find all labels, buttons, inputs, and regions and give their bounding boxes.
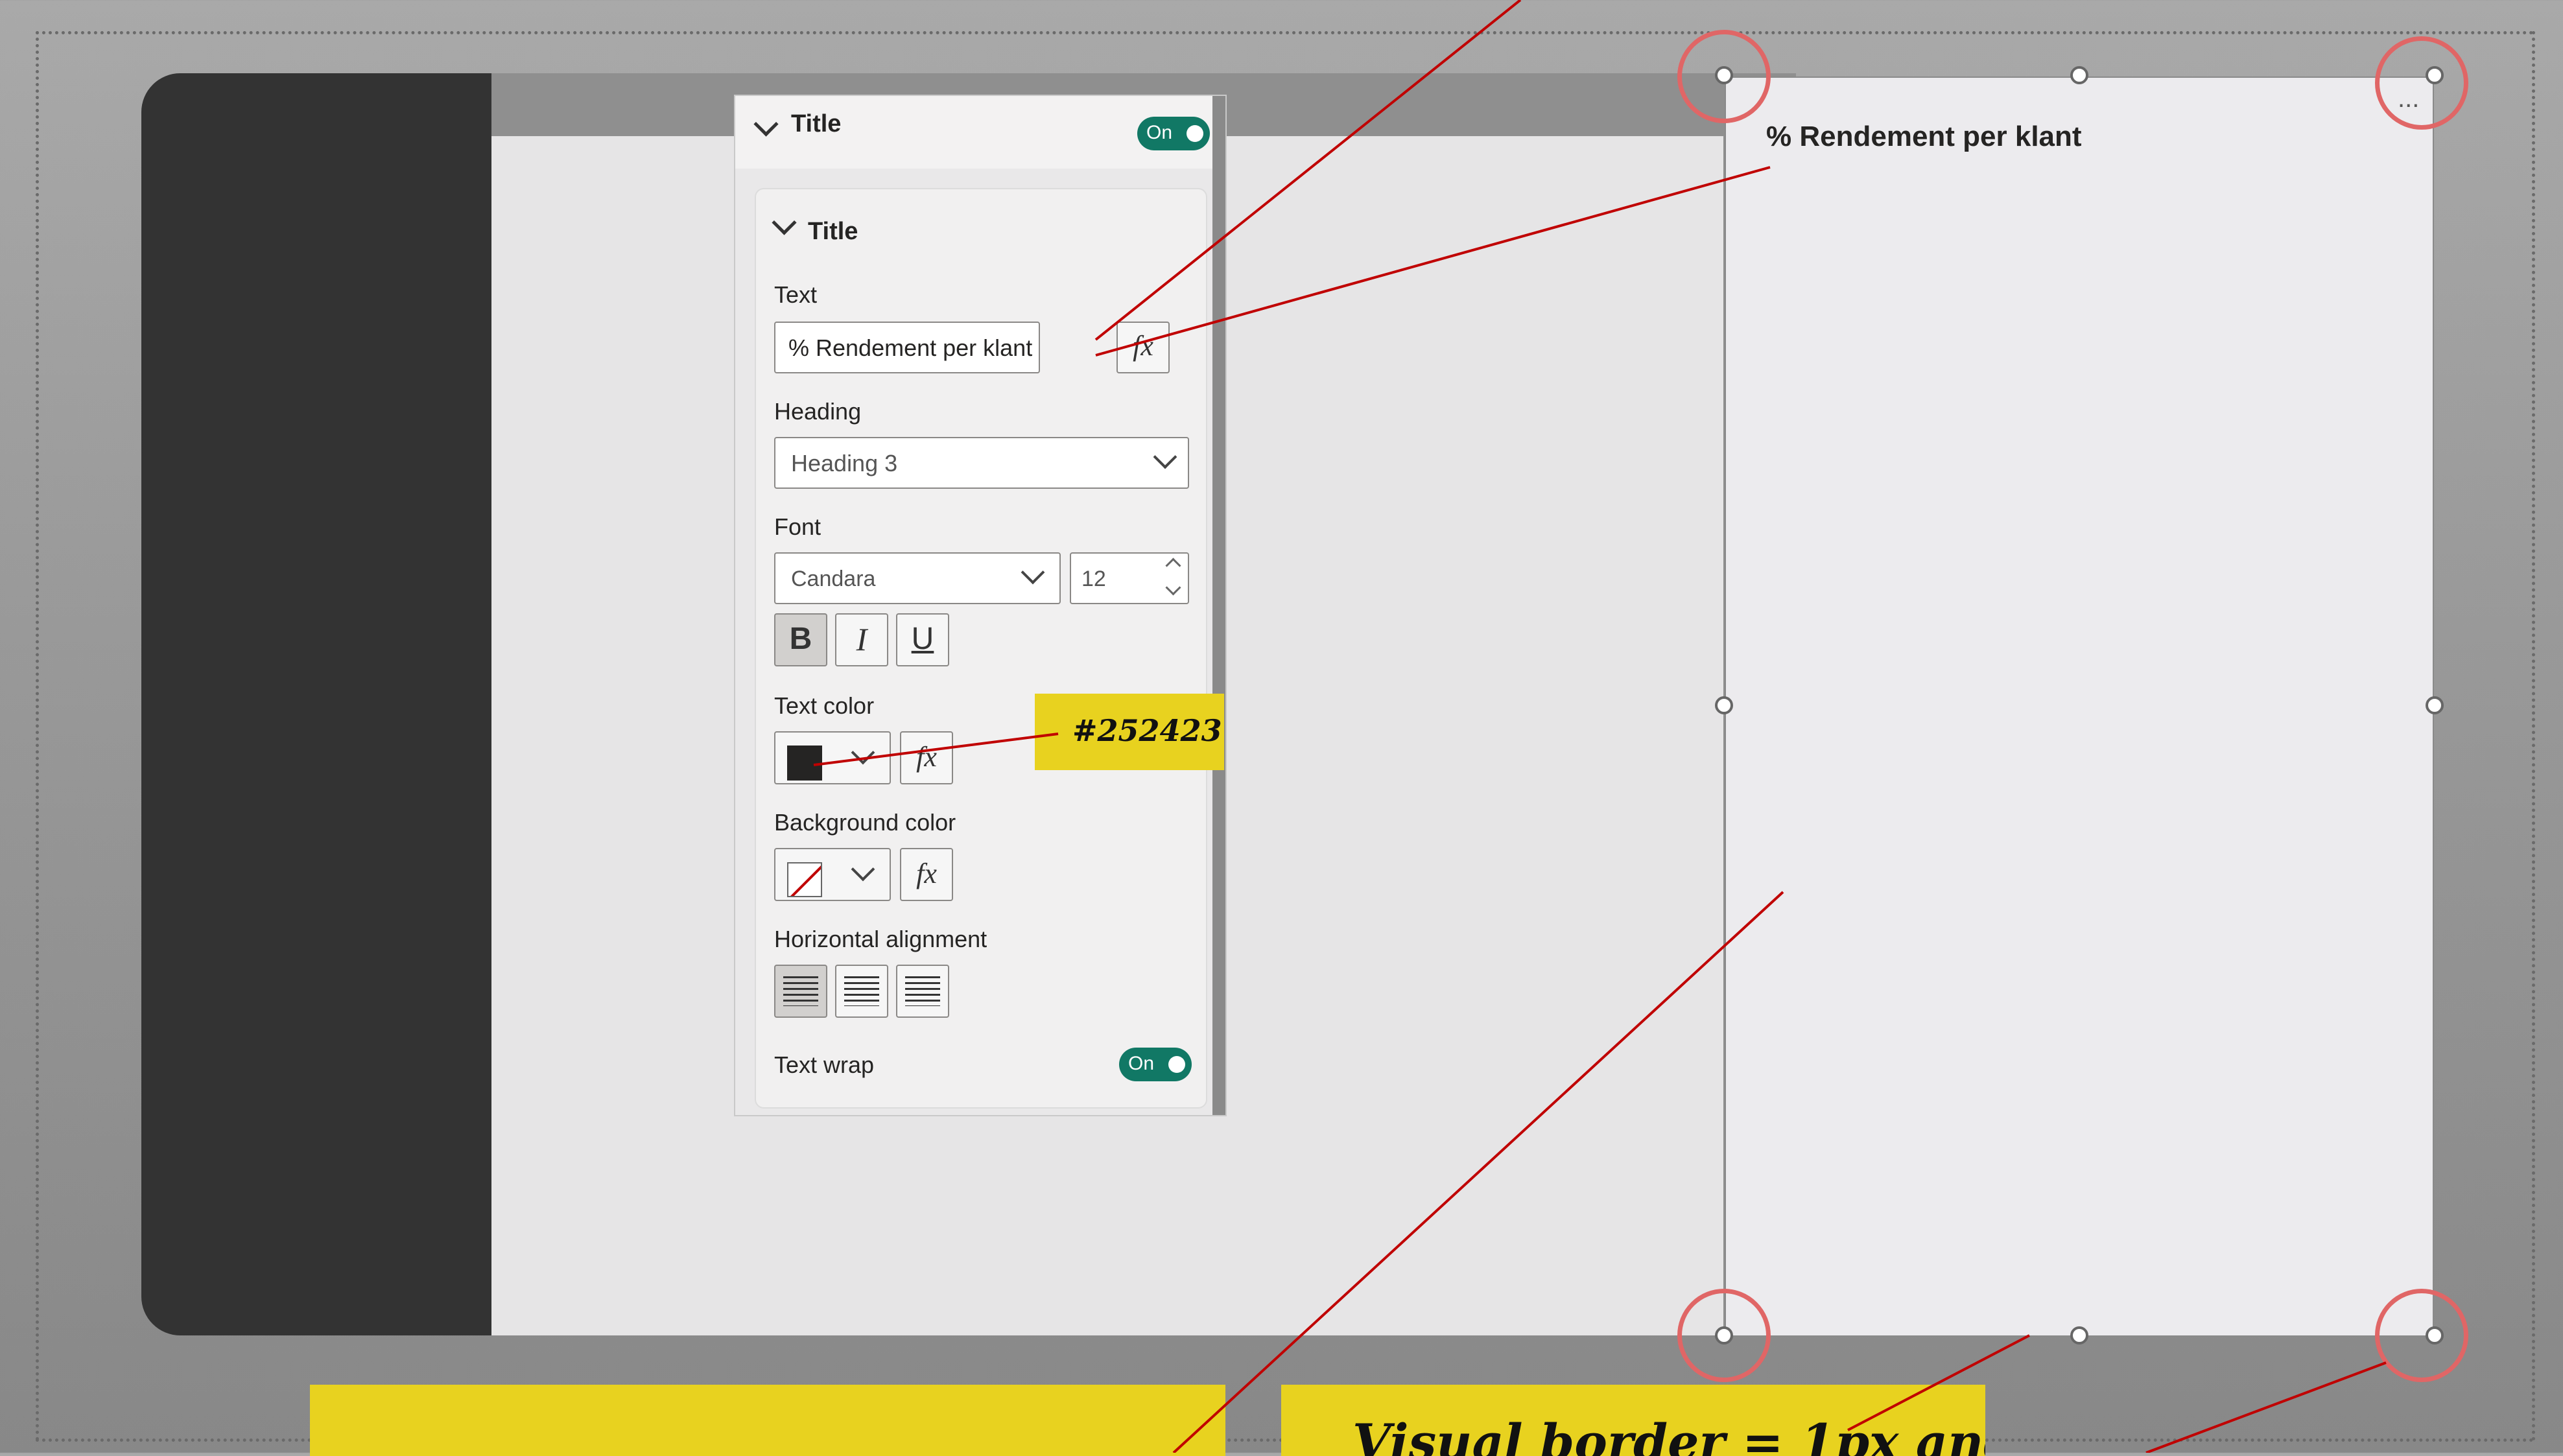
annotation-line [2145, 1361, 2387, 1453]
annotation-line [813, 733, 1059, 766]
annotation-line [1172, 891, 1784, 1453]
annotation-lines [813, 0, 2387, 1453]
annotation-line [1094, 0, 1522, 341]
annotation-line [1095, 166, 1771, 357]
annotation-line [1847, 1334, 2030, 1431]
